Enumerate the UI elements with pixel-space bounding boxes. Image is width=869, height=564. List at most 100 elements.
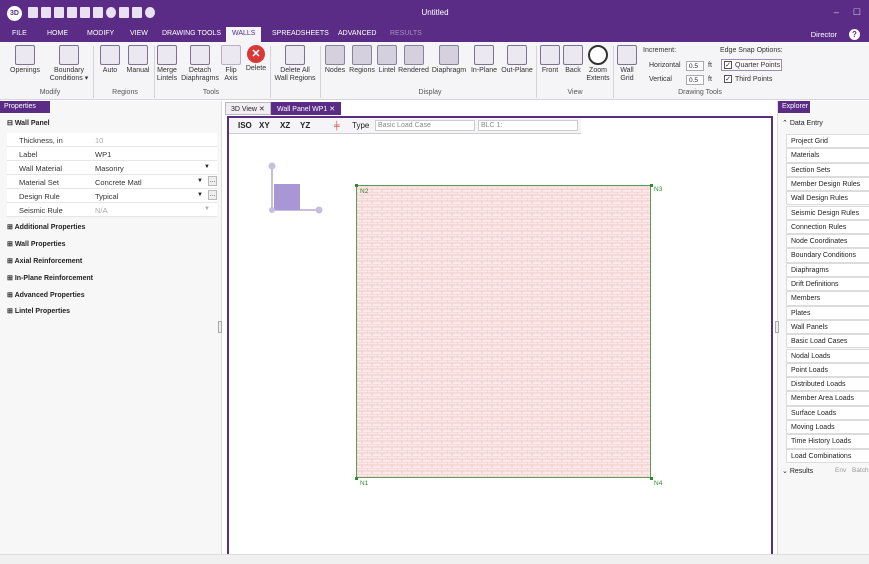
print-icon[interactable] bbox=[67, 7, 77, 18]
merge-lintels-button[interactable]: Merge Lintels bbox=[155, 45, 179, 83]
load-type-select[interactable]: Basic Load Case bbox=[375, 120, 475, 131]
display-lintel-button[interactable]: Lintel bbox=[376, 45, 398, 75]
new-file-icon[interactable] bbox=[28, 7, 38, 18]
explorer-item[interactable]: Node Coordinates bbox=[786, 234, 869, 249]
detach-diaphragms-button[interactable]: Detach Diaphragms bbox=[180, 45, 220, 83]
section-wall-properties[interactable]: ⊞ Wall Properties bbox=[7, 240, 66, 248]
front-view-button[interactable]: Front bbox=[538, 45, 562, 75]
explorer-item[interactable]: Member Design Rules bbox=[786, 176, 869, 192]
close-icon[interactable]: ✕ bbox=[329, 106, 335, 113]
property-row[interactable]: Design Rule Typical ▼ … bbox=[7, 189, 217, 203]
ellipsis-button[interactable]: … bbox=[208, 190, 217, 200]
explorer-item[interactable]: Member Area Loads bbox=[786, 391, 869, 406]
close-icon[interactable]: ✕ bbox=[259, 106, 265, 113]
xy-view-button[interactable]: XY bbox=[259, 121, 270, 130]
third-points-checkbox[interactable]: ✓ bbox=[724, 75, 732, 83]
explorer-item[interactable]: Drift Definitions bbox=[786, 277, 869, 292]
undo-icon[interactable] bbox=[80, 7, 90, 18]
wall-panel-view[interactable]: ISO XY XZ YZ ╪ Type Basic Load Case BLC … bbox=[227, 116, 773, 556]
explorer-item[interactable]: Members bbox=[786, 291, 869, 306]
explorer-item[interactable]: Connection Rules bbox=[786, 219, 869, 235]
boundary-conditions-button[interactable]: Boundary Conditions ▾ bbox=[44, 45, 94, 83]
display-nodes-button[interactable]: Nodes bbox=[322, 45, 348, 75]
display-rendered-button[interactable]: Rendered bbox=[398, 45, 429, 75]
property-row[interactable]: Label WP1 bbox=[7, 147, 217, 161]
load-case-select[interactable]: BLC 1: bbox=[478, 120, 578, 131]
wall-grid-button[interactable]: Wall Grid bbox=[615, 45, 639, 83]
explorer-item[interactable]: Moving Loads bbox=[786, 420, 869, 435]
explorer-item[interactable]: Seismic Design Rules bbox=[786, 205, 869, 220]
batch-tab[interactable]: Batch bbox=[852, 467, 869, 474]
app-logo-icon[interactable]: 3D bbox=[7, 6, 22, 21]
explorer-item[interactable]: Boundary Conditions bbox=[786, 248, 869, 263]
data-entry-header[interactable]: ⌃ Data Entry bbox=[782, 119, 823, 127]
explorer-item[interactable]: Wall Panels bbox=[786, 319, 869, 335]
property-row[interactable]: Seismic Rule N/A ▼ bbox=[7, 203, 217, 217]
tab-wall-panel-wp1[interactable]: Wall Panel WP1 ✕ bbox=[271, 102, 342, 115]
node-dot-n4[interactable] bbox=[650, 477, 653, 480]
section-advanced-properties[interactable]: ⊞ Advanced Properties bbox=[7, 291, 85, 299]
flip-axis-button[interactable]: Flip Axis bbox=[221, 45, 241, 83]
tab-walls[interactable]: WALLS bbox=[226, 27, 262, 42]
display-out-plane-button[interactable]: Out-Plane bbox=[500, 45, 534, 75]
env-tab[interactable]: Env bbox=[835, 467, 846, 474]
info-icon[interactable] bbox=[145, 7, 155, 18]
tab-advanced[interactable]: ADVANCED bbox=[338, 30, 376, 37]
wall-panel-mesh[interactable] bbox=[356, 185, 651, 478]
camera-icon[interactable] bbox=[132, 7, 142, 18]
tab-modify[interactable]: MODIFY bbox=[87, 30, 114, 37]
explorer-item[interactable]: Wall Design Rules bbox=[786, 191, 869, 206]
delete-all-wall-regions-button[interactable]: Delete All Wall Regions bbox=[271, 45, 319, 83]
tab-file[interactable]: FILE bbox=[12, 30, 27, 37]
tab-3d-view[interactable]: 3D View ✕ bbox=[225, 102, 271, 115]
section-lintel-properties[interactable]: ⊞ Lintel Properties bbox=[7, 307, 70, 315]
node-dot-n2[interactable] bbox=[355, 184, 358, 187]
tab-home[interactable]: HOME bbox=[47, 30, 68, 37]
explorer-item[interactable]: Load Combinations bbox=[786, 448, 869, 463]
display-diaphragm-button[interactable]: Diaphragm bbox=[430, 45, 468, 75]
ellipsis-button[interactable]: … bbox=[208, 176, 217, 186]
property-row[interactable]: Wall Material Masonry ▼ bbox=[7, 161, 217, 175]
spreadsheet-icon[interactable] bbox=[119, 7, 129, 18]
explorer-item[interactable]: Section Sets bbox=[786, 162, 869, 177]
explorer-item[interactable]: Diaphragms bbox=[786, 262, 869, 277]
section-in-plane-reinforcement[interactable]: ⊞ In-Plane Reinforcement bbox=[7, 274, 93, 282]
tab-view[interactable]: VIEW bbox=[130, 30, 148, 37]
openings-button[interactable]: Openings bbox=[8, 45, 42, 75]
explorer-item[interactable]: Project Grid bbox=[786, 134, 869, 149]
results-header[interactable]: ⌄ Results bbox=[782, 467, 813, 475]
delete-button[interactable]: ✕ Delete bbox=[243, 45, 269, 73]
dropdown-arrow-icon[interactable]: ▼ bbox=[204, 206, 210, 212]
quarter-points-checkbox[interactable]: ✓ bbox=[724, 61, 732, 69]
explorer-item[interactable]: Time History Loads bbox=[786, 434, 869, 449]
auto-region-button[interactable]: Auto bbox=[97, 45, 123, 75]
open-file-icon[interactable] bbox=[41, 7, 51, 18]
horizontal-increment-input[interactable]: 0.5 bbox=[686, 61, 704, 71]
dropdown-arrow-icon[interactable]: ▼ bbox=[204, 164, 210, 170]
explorer-item[interactable]: Nodal Loads bbox=[786, 348, 869, 363]
zoom-extents-button[interactable]: Zoom Extents bbox=[585, 45, 611, 83]
redo-icon[interactable] bbox=[93, 7, 103, 18]
manual-region-button[interactable]: Manual bbox=[123, 45, 153, 75]
tab-results[interactable]: RESULTS bbox=[390, 30, 422, 37]
yz-view-button[interactable]: YZ bbox=[300, 121, 310, 130]
dropdown-arrow-icon[interactable]: ▼ bbox=[197, 192, 203, 198]
explorer-item[interactable]: Plates bbox=[786, 305, 869, 320]
maximize-icon[interactable]: ☐ bbox=[853, 7, 861, 18]
property-row[interactable]: Material Set Concrete Matl ▼ … bbox=[7, 175, 217, 189]
explorer-item[interactable]: Materials bbox=[786, 148, 869, 163]
display-regions-button[interactable]: Regions bbox=[348, 45, 376, 75]
minimize-icon[interactable]: – bbox=[834, 7, 839, 18]
node-dot-n1[interactable] bbox=[355, 477, 358, 480]
help-icon[interactable]: ? bbox=[849, 29, 860, 40]
save-icon[interactable] bbox=[54, 7, 64, 18]
back-view-button[interactable]: Back bbox=[562, 45, 584, 75]
dropdown-arrow-icon[interactable]: ▼ bbox=[197, 178, 203, 184]
panel-splitter-handle[interactable] bbox=[218, 321, 222, 333]
iso-view-button[interactable]: ISO bbox=[238, 121, 252, 130]
explorer-item[interactable]: Surface Loads bbox=[786, 405, 869, 420]
explorer-item[interactable]: Basic Load Cases bbox=[786, 334, 869, 349]
user-name[interactable]: Director bbox=[811, 30, 837, 39]
property-row[interactable]: Thickness, in 10 bbox=[7, 133, 217, 147]
section-axial-reinforcement[interactable]: ⊞ Axial Reinforcement bbox=[7, 257, 82, 265]
